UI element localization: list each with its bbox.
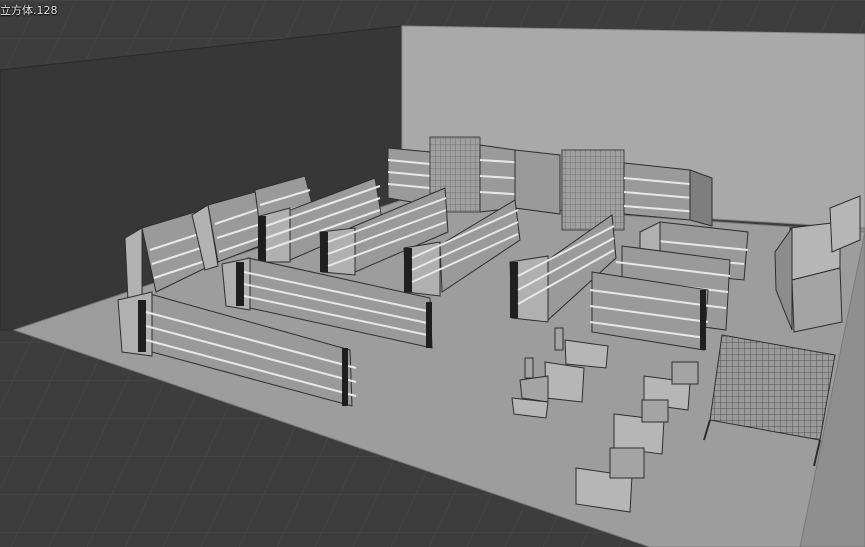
3d-viewport[interactable]: 立方体.128 — [0, 0, 865, 547]
viewport-scene[interactable] — [0, 0, 865, 547]
active-object-label: 立方体.128 — [0, 4, 58, 17]
